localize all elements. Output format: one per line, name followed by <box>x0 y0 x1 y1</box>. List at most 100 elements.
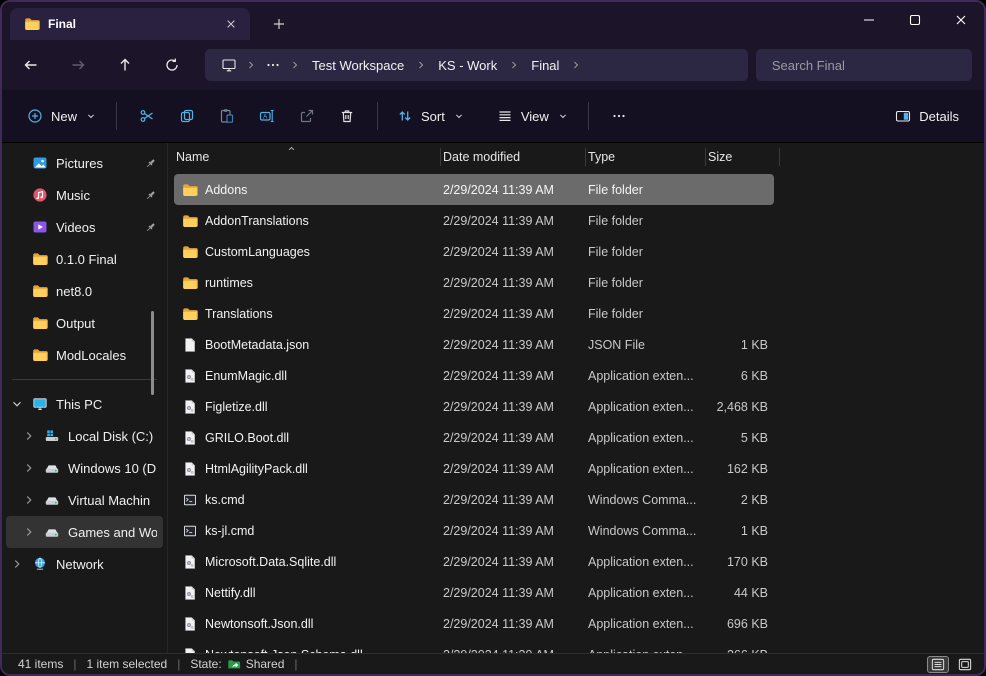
file-row[interactable]: Translations2/29/2024 11:39 AMFile folde… <box>174 298 774 329</box>
sidebar-item-modlocales[interactable]: ModLocales <box>6 339 163 371</box>
search-box[interactable] <box>756 49 972 81</box>
share-button[interactable] <box>287 98 327 134</box>
file-row[interactable]: Newtonsoft.Json.dll2/29/2024 11:39 AMApp… <box>174 608 774 639</box>
share-icon <box>299 108 315 124</box>
minimize-button[interactable] <box>846 2 892 38</box>
sidebar-item-output[interactable]: Output <box>6 307 163 339</box>
column-header-date-modified[interactable]: Date modified <box>441 143 586 171</box>
sidebar-item-videos[interactable]: Videos <box>6 211 163 243</box>
tab-final[interactable]: Final <box>10 8 250 40</box>
cut-button[interactable] <box>127 98 167 134</box>
breadcrumb-overflow-button[interactable] <box>259 55 287 75</box>
chevron-down-icon <box>557 110 569 122</box>
file-row[interactable]: ks-jl.cmd2/29/2024 11:39 AMWindows Comma… <box>174 515 774 546</box>
svg-text:A: A <box>263 114 268 121</box>
sidebar-item-net8-0[interactable]: net8.0 <box>6 275 163 307</box>
sort-button[interactable]: Sort <box>388 98 474 134</box>
sidebar-item-local-disk-c[interactable]: Local Disk (C:) <box>6 420 163 452</box>
sidebar-item-network[interactable]: Network <box>6 548 163 580</box>
file-name: Nettify.dll <box>205 586 255 600</box>
file-row[interactable]: Nettify.dll2/29/2024 11:39 AMApplication… <box>174 577 774 608</box>
file-rows: Addons2/29/2024 11:39 AMFile folderAddon… <box>174 171 984 653</box>
new-button[interactable]: New <box>18 98 106 134</box>
file-name: GRILO.Boot.dll <box>205 431 289 445</box>
file-date: 2/29/2024 11:39 AM <box>441 524 586 538</box>
sidebar-item-pictures[interactable]: Pictures <box>6 147 163 179</box>
column-header-name[interactable]: Name <box>174 143 441 171</box>
chevron-right-icon <box>22 461 36 475</box>
sidebar-scrollbar[interactable] <box>151 311 154 395</box>
details-view-toggle[interactable] <box>927 656 949 673</box>
file-row[interactable]: Microsoft.Data.Sqlite.dll 2/29/2024 11:39… <box>174 546 774 577</box>
column-header-size[interactable]: Size <box>706 143 780 171</box>
copy-button[interactable] <box>167 98 207 134</box>
large-icons-view-toggle[interactable] <box>954 656 976 673</box>
file-row[interactable]: Addons2/29/2024 11:39 AMFile folder <box>174 174 774 205</box>
file-name: AddonTranslations <box>205 214 309 228</box>
title-bar: Final <box>2 2 984 40</box>
file-name: Newtonsoft.Json.Schema.dll <box>205 648 363 654</box>
paste-icon <box>219 108 235 124</box>
column-resize-handle[interactable] <box>779 148 780 166</box>
chevron-right-icon <box>22 493 36 507</box>
file-name: Microsoft.Data.Sqlite.dll <box>205 555 336 569</box>
file-row[interactable]: CustomLanguages2/29/2024 11:39 AMFile fo… <box>174 236 774 267</box>
dll-file-icon <box>182 616 198 632</box>
command-toolbar: New A Sort View Details <box>2 90 984 143</box>
file-size: 2,468 KB <box>706 400 774 414</box>
up-button[interactable] <box>106 48 144 82</box>
maximize-button[interactable] <box>892 2 938 38</box>
dll-file-icon <box>182 368 198 384</box>
sidebar-item-music[interactable]: Music <box>6 179 163 211</box>
search-input[interactable] <box>756 58 972 73</box>
close-button[interactable] <box>938 2 984 38</box>
breadcrumb-segment[interactable]: Test Workspace <box>303 55 413 76</box>
file-name-cell: runtimes <box>174 275 441 291</box>
rename-button[interactable]: A <box>247 98 287 134</box>
file-row[interactable]: EnumMagic.dll2/29/2024 11:39 AMApplicati… <box>174 360 774 391</box>
file-row[interactable]: ks.cmd2/29/2024 11:39 AMWindows Comma...… <box>174 484 774 515</box>
details-pane-button[interactable]: Details <box>886 98 968 134</box>
dll-file-icon <box>182 585 198 601</box>
tab-close-button[interactable] <box>220 13 242 35</box>
file-size: 1 KB <box>706 524 774 538</box>
folder-icon <box>32 251 48 267</box>
breadcrumb-segment[interactable]: KS - Work <box>429 55 506 76</box>
cmd-file-icon <box>182 523 198 539</box>
toolbar-divider <box>377 102 378 130</box>
breadcrumb-segments: Test Workspace KS - Work Final <box>289 55 582 76</box>
up-arrow-icon <box>117 57 133 73</box>
file-name: CustomLanguages <box>205 245 310 259</box>
sidebar-item-this-pc[interactable]: This PC <box>6 388 163 420</box>
dll-file-icon <box>182 430 198 446</box>
sidebar-item-windows-10-d[interactable]: Windows 10 (D <box>6 452 163 484</box>
breadcrumb-segment[interactable]: Final <box>522 55 568 76</box>
sidebar-item-virtual-machin[interactable]: Virtual Machin <box>6 484 163 516</box>
file-name: Figletize.dll <box>205 400 268 414</box>
file-row[interactable]: AddonTranslations2/29/2024 11:39 AMFile … <box>174 205 774 236</box>
file-row[interactable]: GRILO.Boot.dll2/29/2024 11:39 AMApplicat… <box>174 422 774 453</box>
file-row[interactable]: BootMetadata.json2/29/2024 11:39 AMJSON … <box>174 329 774 360</box>
refresh-button[interactable] <box>153 48 191 82</box>
column-header-type[interactable]: Type <box>586 143 706 171</box>
breadcrumb-root-this-pc[interactable] <box>215 55 243 75</box>
sidebar-item-games-and-wo[interactable]: Games and Wo <box>6 516 163 548</box>
sort-arrows-icon <box>397 108 413 124</box>
view-button[interactable]: View <box>488 98 578 134</box>
see-more-button[interactable] <box>599 98 639 134</box>
file-row[interactable]: HtmlAgilityPack.dll2/29/2024 11:39 AMApp… <box>174 453 774 484</box>
new-tab-button[interactable] <box>268 13 290 35</box>
shared-icon <box>227 657 241 671</box>
sidebar-item-label: Games and Wo <box>68 525 157 540</box>
paste-button[interactable] <box>207 98 247 134</box>
forward-button[interactable] <box>59 48 97 82</box>
file-type: File folder <box>586 183 706 197</box>
sidebar-item-0-1-0-final[interactable]: 0.1.0 Final <box>6 243 163 275</box>
file-size: 162 KB <box>706 462 774 476</box>
file-row[interactable]: Newtonsoft.Json.Schema.dll2/29/2024 11:3… <box>174 639 774 653</box>
delete-button[interactable] <box>327 98 367 134</box>
file-date: 2/29/2024 11:39 AM <box>441 555 586 569</box>
file-row[interactable]: runtimes2/29/2024 11:39 AMFile folder <box>174 267 774 298</box>
file-row[interactable]: Figletize.dll2/29/2024 11:39 AMApplicati… <box>174 391 774 422</box>
back-button[interactable] <box>12 48 50 82</box>
